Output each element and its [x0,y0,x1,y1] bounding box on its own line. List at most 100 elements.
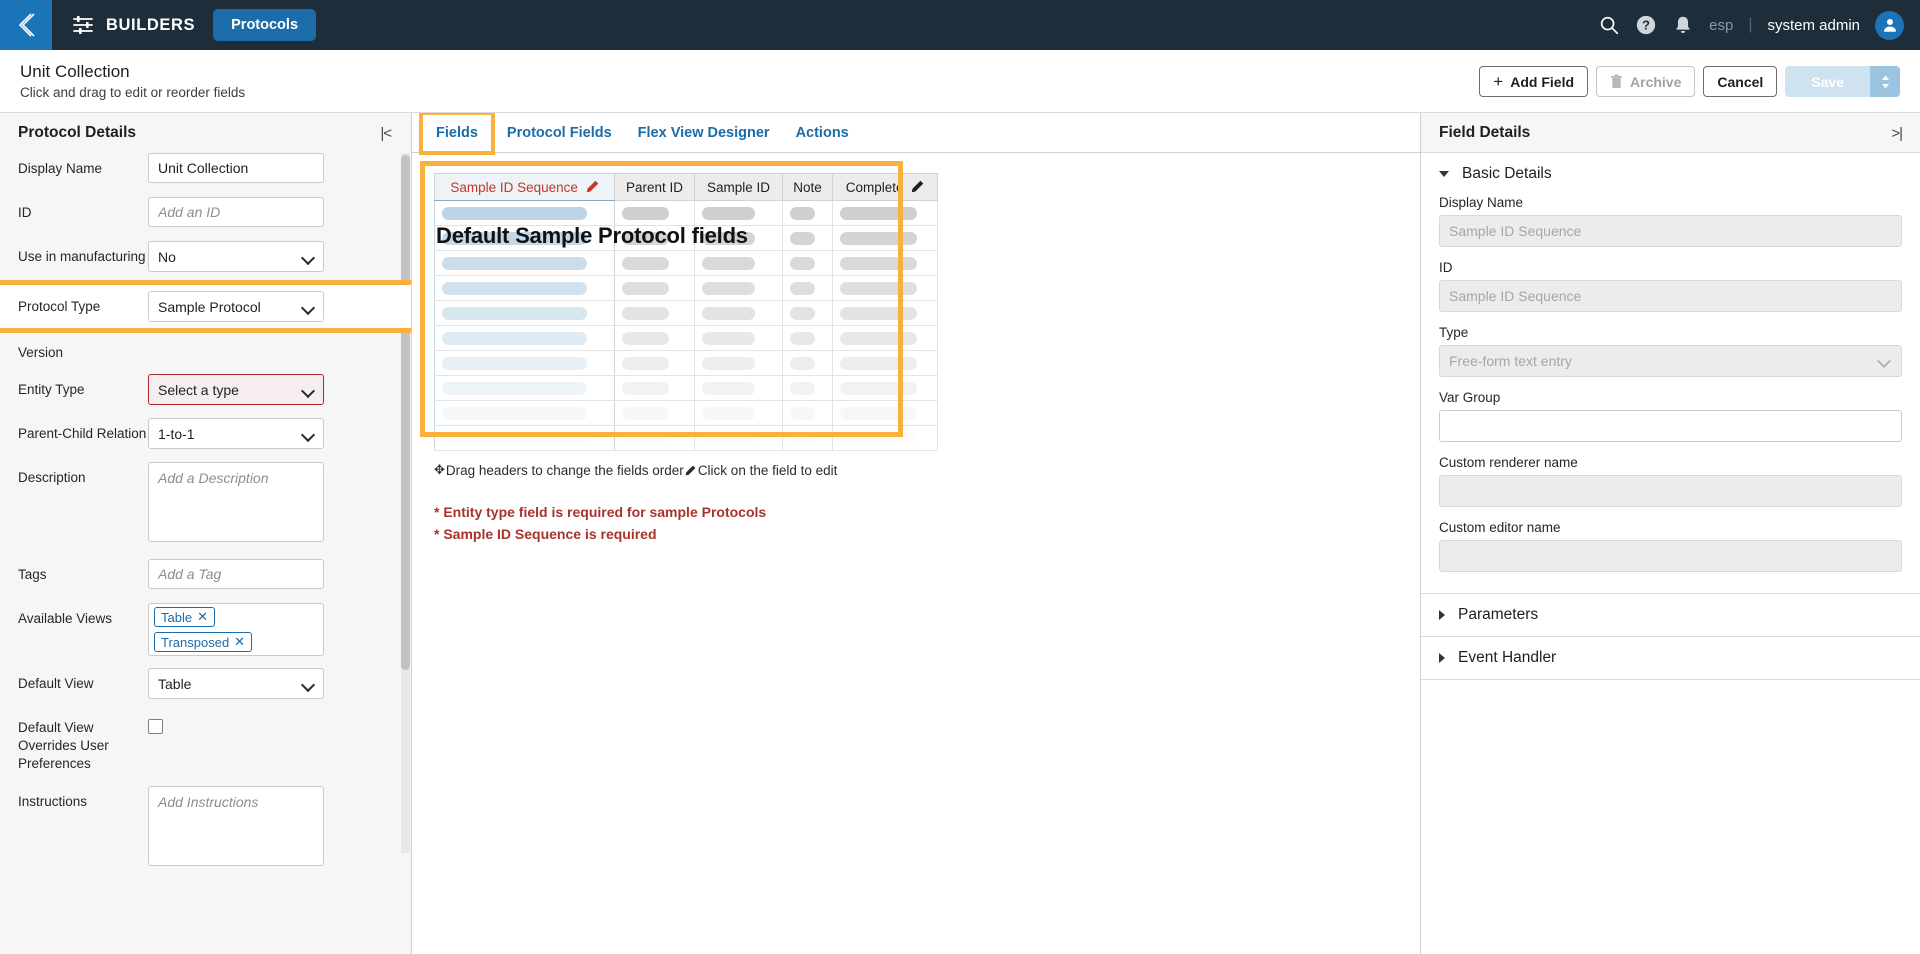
default-view-select[interactable]: Table [148,668,324,699]
top-navigation-bar: BUILDERS Protocols ? esp | system admin [0,0,1920,50]
bell-icon[interactable] [1672,14,1694,36]
avatar[interactable] [1875,10,1904,40]
page-actions: + Add Field Archive Cancel Save [1479,50,1900,113]
accordion-parameters[interactable]: Parameters [1421,593,1920,636]
user-name-label[interactable]: system admin [1767,17,1860,34]
detail-display-name-input[interactable] [1439,215,1902,247]
placeholder-bar [790,356,816,370]
column-header-sample-id-sequence[interactable]: Sample ID Sequence [434,173,615,201]
chip-table-label: Table [161,609,193,625]
cancel-label: Cancel [1717,73,1764,90]
field-table-cell [782,350,833,376]
detail-custom-renderer-label: Custom renderer name [1439,455,1578,470]
field-table-cell [434,200,615,226]
placeholder-bar [840,331,917,345]
placeholder-bar [790,331,816,345]
accordion-event-handler[interactable]: Event Handler [1421,636,1920,680]
placeholder-bar [702,431,755,445]
id-input[interactable] [148,197,324,227]
back-button[interactable] [0,0,52,50]
field-table-cell [614,425,695,451]
description-label: Description [18,470,86,485]
field-table-cell [694,400,783,426]
collapse-left-icon[interactable]: |< [380,125,392,142]
detail-custom-editor-label: Custom editor name [1439,520,1561,535]
placeholder-bar [702,256,755,270]
use-in-manufacturing-select[interactable]: No [148,241,324,272]
column-label-sample-id-sequence: Sample ID Sequence [450,179,578,195]
close-icon[interactable]: ✕ [197,609,208,625]
protocol-type-label: Protocol Type [18,299,101,314]
tab-flex-view-designer[interactable]: Flex View Designer [625,113,783,152]
parent-child-relation-select[interactable]: 1-to-1 [148,418,324,449]
placeholder-bar [442,406,588,420]
basic-details-form: Display Name ID Type Var Group Custom re… [1421,195,1920,593]
placeholder-bar [442,256,588,270]
field-table-row [434,375,938,401]
field-table-cell [694,325,783,351]
save-dropdown-toggle[interactable] [1870,66,1900,97]
detail-id-input[interactable] [1439,280,1902,312]
search-icon[interactable] [1598,14,1620,36]
field-table-cell [694,425,783,451]
collapse-right-icon[interactable]: >| [1891,125,1903,142]
column-header-note[interactable]: Note [782,173,833,201]
tags-input[interactable] [148,559,324,589]
pencil-icon[interactable] [911,180,924,193]
chip-transposed-label: Transposed [161,634,230,650]
field-table-cell [782,375,833,401]
detail-var-group-input[interactable] [1439,410,1902,442]
hint-click-label: Click on the field to edit [697,462,838,478]
instructions-textarea[interactable] [148,785,324,866]
help-circle-icon[interactable]: ? [1635,14,1657,36]
placeholder-bar [442,306,588,320]
field-table-cell [434,350,615,376]
error-entity-type: * Entity type field is required for samp… [434,504,767,520]
validation-errors: * Entity type field is required for samp… [434,501,1420,546]
field-table-cell [832,300,938,326]
locale-label[interactable]: esp [1709,17,1733,34]
save-split-button[interactable]: Save [1785,66,1900,97]
detail-custom-editor-input[interactable] [1439,540,1902,572]
available-views-chipbox[interactable]: Table ✕ Transposed ✕ [148,603,324,656]
chevron-right-icon [1439,610,1445,620]
placeholder-bar [702,306,755,320]
pencil-icon[interactable] [586,180,599,193]
field-table-cell [614,375,695,401]
protocol-type-select[interactable]: Sample Protocol [148,291,324,322]
detail-type-select[interactable] [1439,345,1902,377]
chip-table[interactable]: Table ✕ [154,607,215,627]
cancel-button[interactable]: Cancel [1703,66,1778,97]
column-header-sample-id[interactable]: Sample ID [694,173,783,201]
description-textarea[interactable] [148,462,324,542]
builders-menu[interactable]: BUILDERS [71,13,195,37]
field-table-cell [832,325,938,351]
add-field-button[interactable]: + Add Field [1479,66,1589,97]
column-header-complete[interactable]: Complete [832,173,938,201]
entity-type-select[interactable]: Select a type [148,374,324,405]
display-name-input[interactable] [148,153,324,183]
field-table-cell [614,275,695,301]
field-table-cell [434,275,615,301]
archive-button[interactable]: Archive [1596,66,1696,97]
tab-fields[interactable]: Fields [419,113,495,155]
tab-protocol-fields[interactable]: Protocol Fields [494,113,625,152]
field-table-cell [614,250,695,276]
protocol-details-form: Display Name ID Use in manufacturing No [0,153,411,871]
save-button[interactable]: Save [1785,66,1870,97]
placeholder-bar [442,331,588,345]
accordion-basic-details[interactable]: Basic Details [1421,153,1920,195]
chevron-right-icon [1439,653,1445,663]
detail-custom-renderer-input[interactable] [1439,475,1902,507]
close-icon[interactable]: ✕ [234,634,245,650]
column-header-parent-id[interactable]: Parent ID [614,173,695,201]
tab-actions[interactable]: Actions [783,113,862,152]
field-table-cell [782,200,833,226]
center-content: Fields Protocol Fields Flex View Designe… [412,113,1420,954]
left-panel-scrollbar-thumb[interactable] [401,155,410,670]
field-tags: Tags [18,559,393,591]
chip-transposed[interactable]: Transposed ✕ [154,632,253,652]
protocols-nav-button[interactable]: Protocols [213,9,317,41]
parent-child-relation-label: Parent-Child Relation [18,426,147,441]
default-view-overrides-checkbox[interactable] [148,719,163,734]
